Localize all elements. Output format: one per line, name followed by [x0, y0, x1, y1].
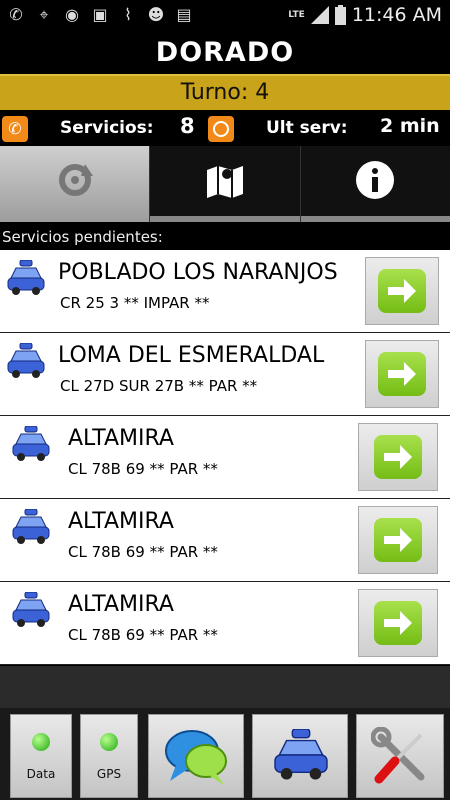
arrow-icon: [378, 269, 426, 313]
go-button[interactable]: [358, 506, 438, 574]
tools-icon: [371, 727, 425, 784]
data-status-led-icon: [32, 733, 50, 751]
call-muted-icon: ✆: [9, 5, 23, 24]
service-row[interactable]: LOMA DEL ESMERALDAL CL 27D SUR 27B ** PA…: [0, 333, 450, 416]
taxi-app-icon: ◉: [65, 5, 79, 24]
signal-icon: [310, 6, 329, 24]
tab-bar: [0, 146, 450, 222]
service-name: ALTAMIRA: [68, 426, 174, 451]
data-label: Data: [26, 767, 56, 781]
info-bar: ✆ Servicios: 8 Ult serv: 2 min: [0, 110, 450, 146]
arrow-icon: [374, 435, 422, 479]
battery-icon: [334, 5, 346, 25]
service-address: CL 78B 69 ** PAR **: [68, 460, 218, 478]
tab-refresh[interactable]: [0, 146, 150, 222]
gps-status-button[interactable]: GPS: [80, 714, 138, 798]
page-title: DORADO: [0, 32, 450, 74]
location-icon: ⌖: [39, 5, 49, 24]
ult-serv-label: Ult serv:: [266, 118, 348, 138]
service-row[interactable]: POBLADO LOS NARANJOS CR 25 3 ** IMPAR **: [0, 250, 450, 333]
chat-bubbles-icon: [165, 730, 227, 785]
network-type: LTE: [288, 9, 305, 20]
ult-serv-value: 2 min: [380, 115, 440, 137]
service-row[interactable]: ALTAMIRA CL 78B 69 ** PAR **: [0, 499, 450, 582]
settings-tools-button[interactable]: [356, 714, 444, 798]
data-status-button[interactable]: Data: [10, 714, 72, 798]
taxi-icon: [274, 729, 328, 780]
turno-bar: Turno: 4: [0, 74, 450, 110]
refresh-icon: [58, 164, 93, 196]
messages-button[interactable]: [148, 714, 244, 798]
go-button[interactable]: [365, 340, 439, 408]
service-name: POBLADO LOS NARANJOS: [58, 260, 338, 285]
phone-icon[interactable]: ✆: [2, 116, 28, 142]
arrow-icon: [378, 352, 426, 396]
tab-info[interactable]: [299, 146, 450, 222]
status-bar: ✆ ⌖ ◉ ▣ ⌇ ☻ ▤ LTE 11:46 AM: [0, 0, 450, 32]
taxi-icon: [7, 343, 45, 378]
briefcase-icon: ▤: [176, 5, 192, 24]
service-row[interactable]: ALTAMIRA CL 78B 69 ** PAR **: [0, 416, 450, 499]
taxi-icon: [12, 426, 50, 461]
clock-icon[interactable]: [208, 116, 234, 142]
clock-time: 11:46 AM: [351, 4, 442, 26]
gps-status-led-icon: [100, 733, 118, 751]
broom-icon: ⌇: [124, 5, 132, 24]
taxi-icon: [12, 509, 50, 544]
go-button[interactable]: [358, 423, 438, 491]
gps-label: GPS: [96, 767, 122, 781]
service-address: CL 78B 69 ** PAR **: [68, 626, 218, 644]
service-address: CL 27D SUR 27B ** PAR **: [60, 377, 258, 395]
map-icon: [206, 166, 243, 198]
taxi-icon: [12, 592, 50, 627]
service-address: CR 25 3 ** IMPAR **: [60, 294, 210, 312]
taxi-icon: [7, 260, 45, 295]
info-icon: [356, 161, 395, 199]
service-name: ALTAMIRA: [68, 592, 174, 617]
tab-map[interactable]: [149, 146, 300, 222]
taxi-status-button[interactable]: [252, 714, 348, 798]
service-name: LOMA DEL ESMERALDAL: [58, 343, 325, 368]
cat-icon: ☻: [147, 5, 165, 24]
arrow-icon: [374, 601, 422, 645]
bottom-toolbar: Data GPS: [0, 708, 450, 800]
arrow-icon: [374, 518, 422, 562]
servicios-label: Servicios:: [60, 118, 154, 138]
services-list: POBLADO LOS NARANJOS CR 25 3 ** IMPAR **…: [0, 250, 450, 665]
section-label: Servicios pendientes:: [2, 228, 163, 246]
go-button[interactable]: [365, 257, 439, 325]
servicios-value: 8: [180, 114, 195, 138]
list-empty-area: [0, 666, 450, 708]
image-icon: ▣: [92, 5, 108, 24]
service-row[interactable]: ALTAMIRA CL 78B 69 ** PAR **: [0, 582, 450, 665]
service-address: CL 78B 69 ** PAR **: [68, 543, 218, 561]
service-name: ALTAMIRA: [68, 509, 174, 534]
go-button[interactable]: [358, 589, 438, 657]
